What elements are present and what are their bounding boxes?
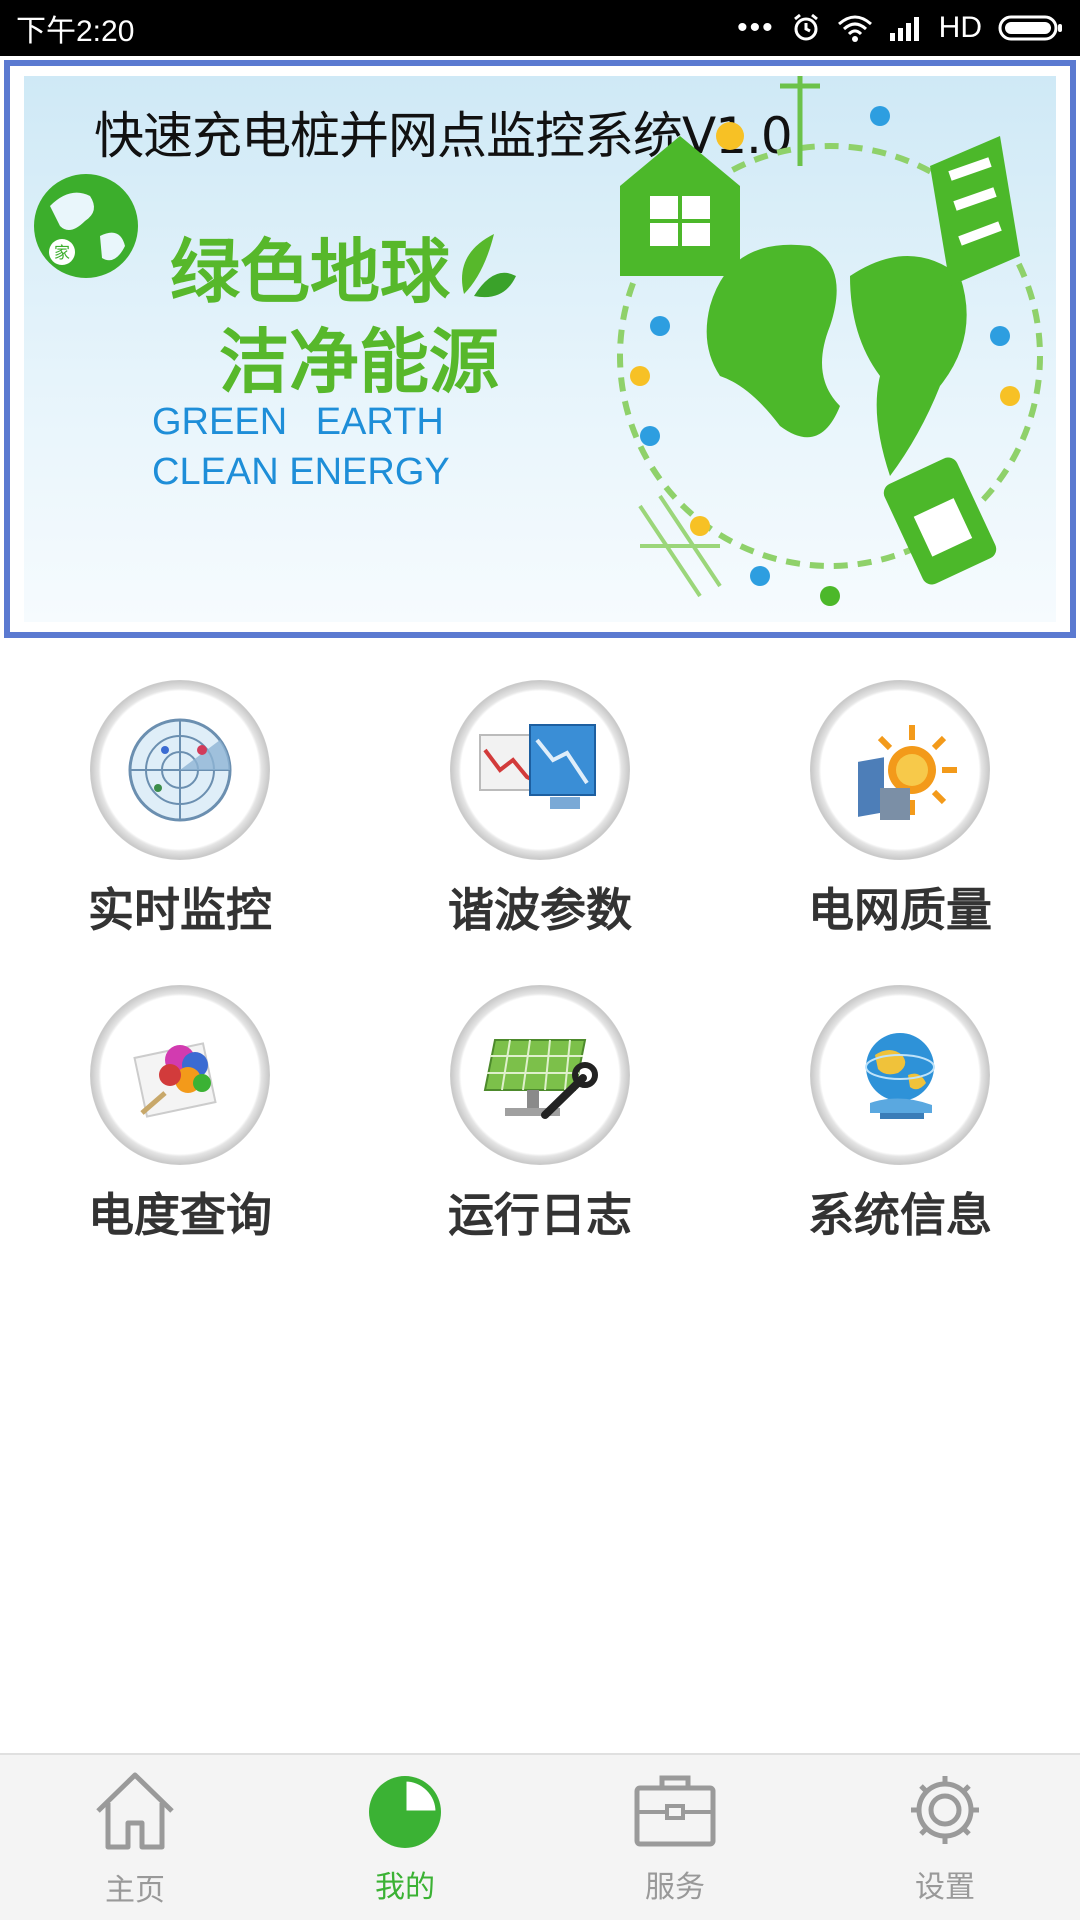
status-bar: 下午2:20 ••• HD	[0, 0, 1080, 56]
nav-label: 设置	[915, 1869, 975, 1905]
banner: 快速充电桩并网点监控系统V1.0 家 绿色地球 洁净能源 GREEN EARTH…	[4, 60, 1076, 638]
gear-icon	[905, 1770, 985, 1854]
menu-label: 电度查询	[88, 1188, 272, 1242]
solar-panel-wrench-icon	[450, 985, 630, 1165]
nav-label: 主页	[105, 1872, 165, 1908]
status-icons: ••• HD	[737, 11, 1064, 45]
wifi-icon	[837, 14, 873, 42]
globe-info-icon	[810, 985, 990, 1165]
nav-label: 我的	[375, 1869, 435, 1905]
menu-item-energy-query[interactable]: 电度查询	[0, 985, 360, 1245]
globe-logo-icon: 家	[30, 166, 142, 290]
menu-label: 运行日志	[448, 1188, 632, 1242]
nav-item-home[interactable]: 主页	[0, 1767, 270, 1909]
menu-label: 系统信息	[808, 1188, 992, 1242]
menu-item-run-log[interactable]: 运行日志	[360, 985, 720, 1245]
pie-chart-icon	[365, 1770, 445, 1854]
eco-earth-graphic-icon	[580, 76, 1050, 622]
nav-item-settings[interactable]: 设置	[810, 1770, 1080, 1906]
menu-item-harmonic-params[interactable]: 谐波参数	[360, 680, 720, 940]
chart-trend-icon	[450, 680, 630, 860]
more-dots-icon: •••	[737, 11, 775, 44]
sun-energy-icon	[810, 680, 990, 860]
status-time: 下午2:20	[16, 15, 135, 48]
nav-item-mine[interactable]: 我的	[270, 1770, 540, 1906]
menu-label: 实时监控	[88, 883, 272, 937]
briefcase-icon	[632, 1770, 718, 1854]
leaf-icon	[454, 224, 518, 308]
menu-label: 电网质量	[808, 883, 992, 937]
alarm-icon	[791, 13, 821, 43]
nav-label: 服务	[645, 1869, 705, 1905]
home-icon	[90, 1767, 180, 1857]
nav-item-service[interactable]: 服务	[540, 1770, 810, 1906]
banner-image: 快速充电桩并网点监控系统V1.0 家 绿色地球 洁净能源 GREEN EARTH…	[24, 76, 1056, 622]
menu-item-realtime-monitor[interactable]: 实时监控	[0, 680, 360, 940]
slogan-line-2: 洁净能源	[219, 321, 499, 403]
network-type: HD	[938, 11, 982, 44]
menu-label: 谐波参数	[448, 883, 632, 937]
menu-item-system-info[interactable]: 系统信息	[720, 985, 1080, 1245]
function-grid: 实时监控 谐波参数 电网质量 电度查询 运行日志 系统信息	[0, 680, 1080, 1245]
menu-item-grid-quality[interactable]: 电网质量	[720, 680, 1080, 940]
color-palette-icon	[90, 985, 270, 1165]
english-line-2: CLEAN ENERGY	[152, 451, 450, 493]
radar-icon	[90, 680, 270, 860]
battery-icon	[998, 14, 1064, 42]
logo-text: 家	[54, 243, 70, 262]
bottom-nav: 主页 我的 服务 设置	[0, 1753, 1080, 1920]
slogan-line-1: 绿色地球	[170, 231, 450, 313]
signal-icon	[889, 15, 923, 41]
english-line-1: GREEN EARTH	[152, 401, 444, 443]
